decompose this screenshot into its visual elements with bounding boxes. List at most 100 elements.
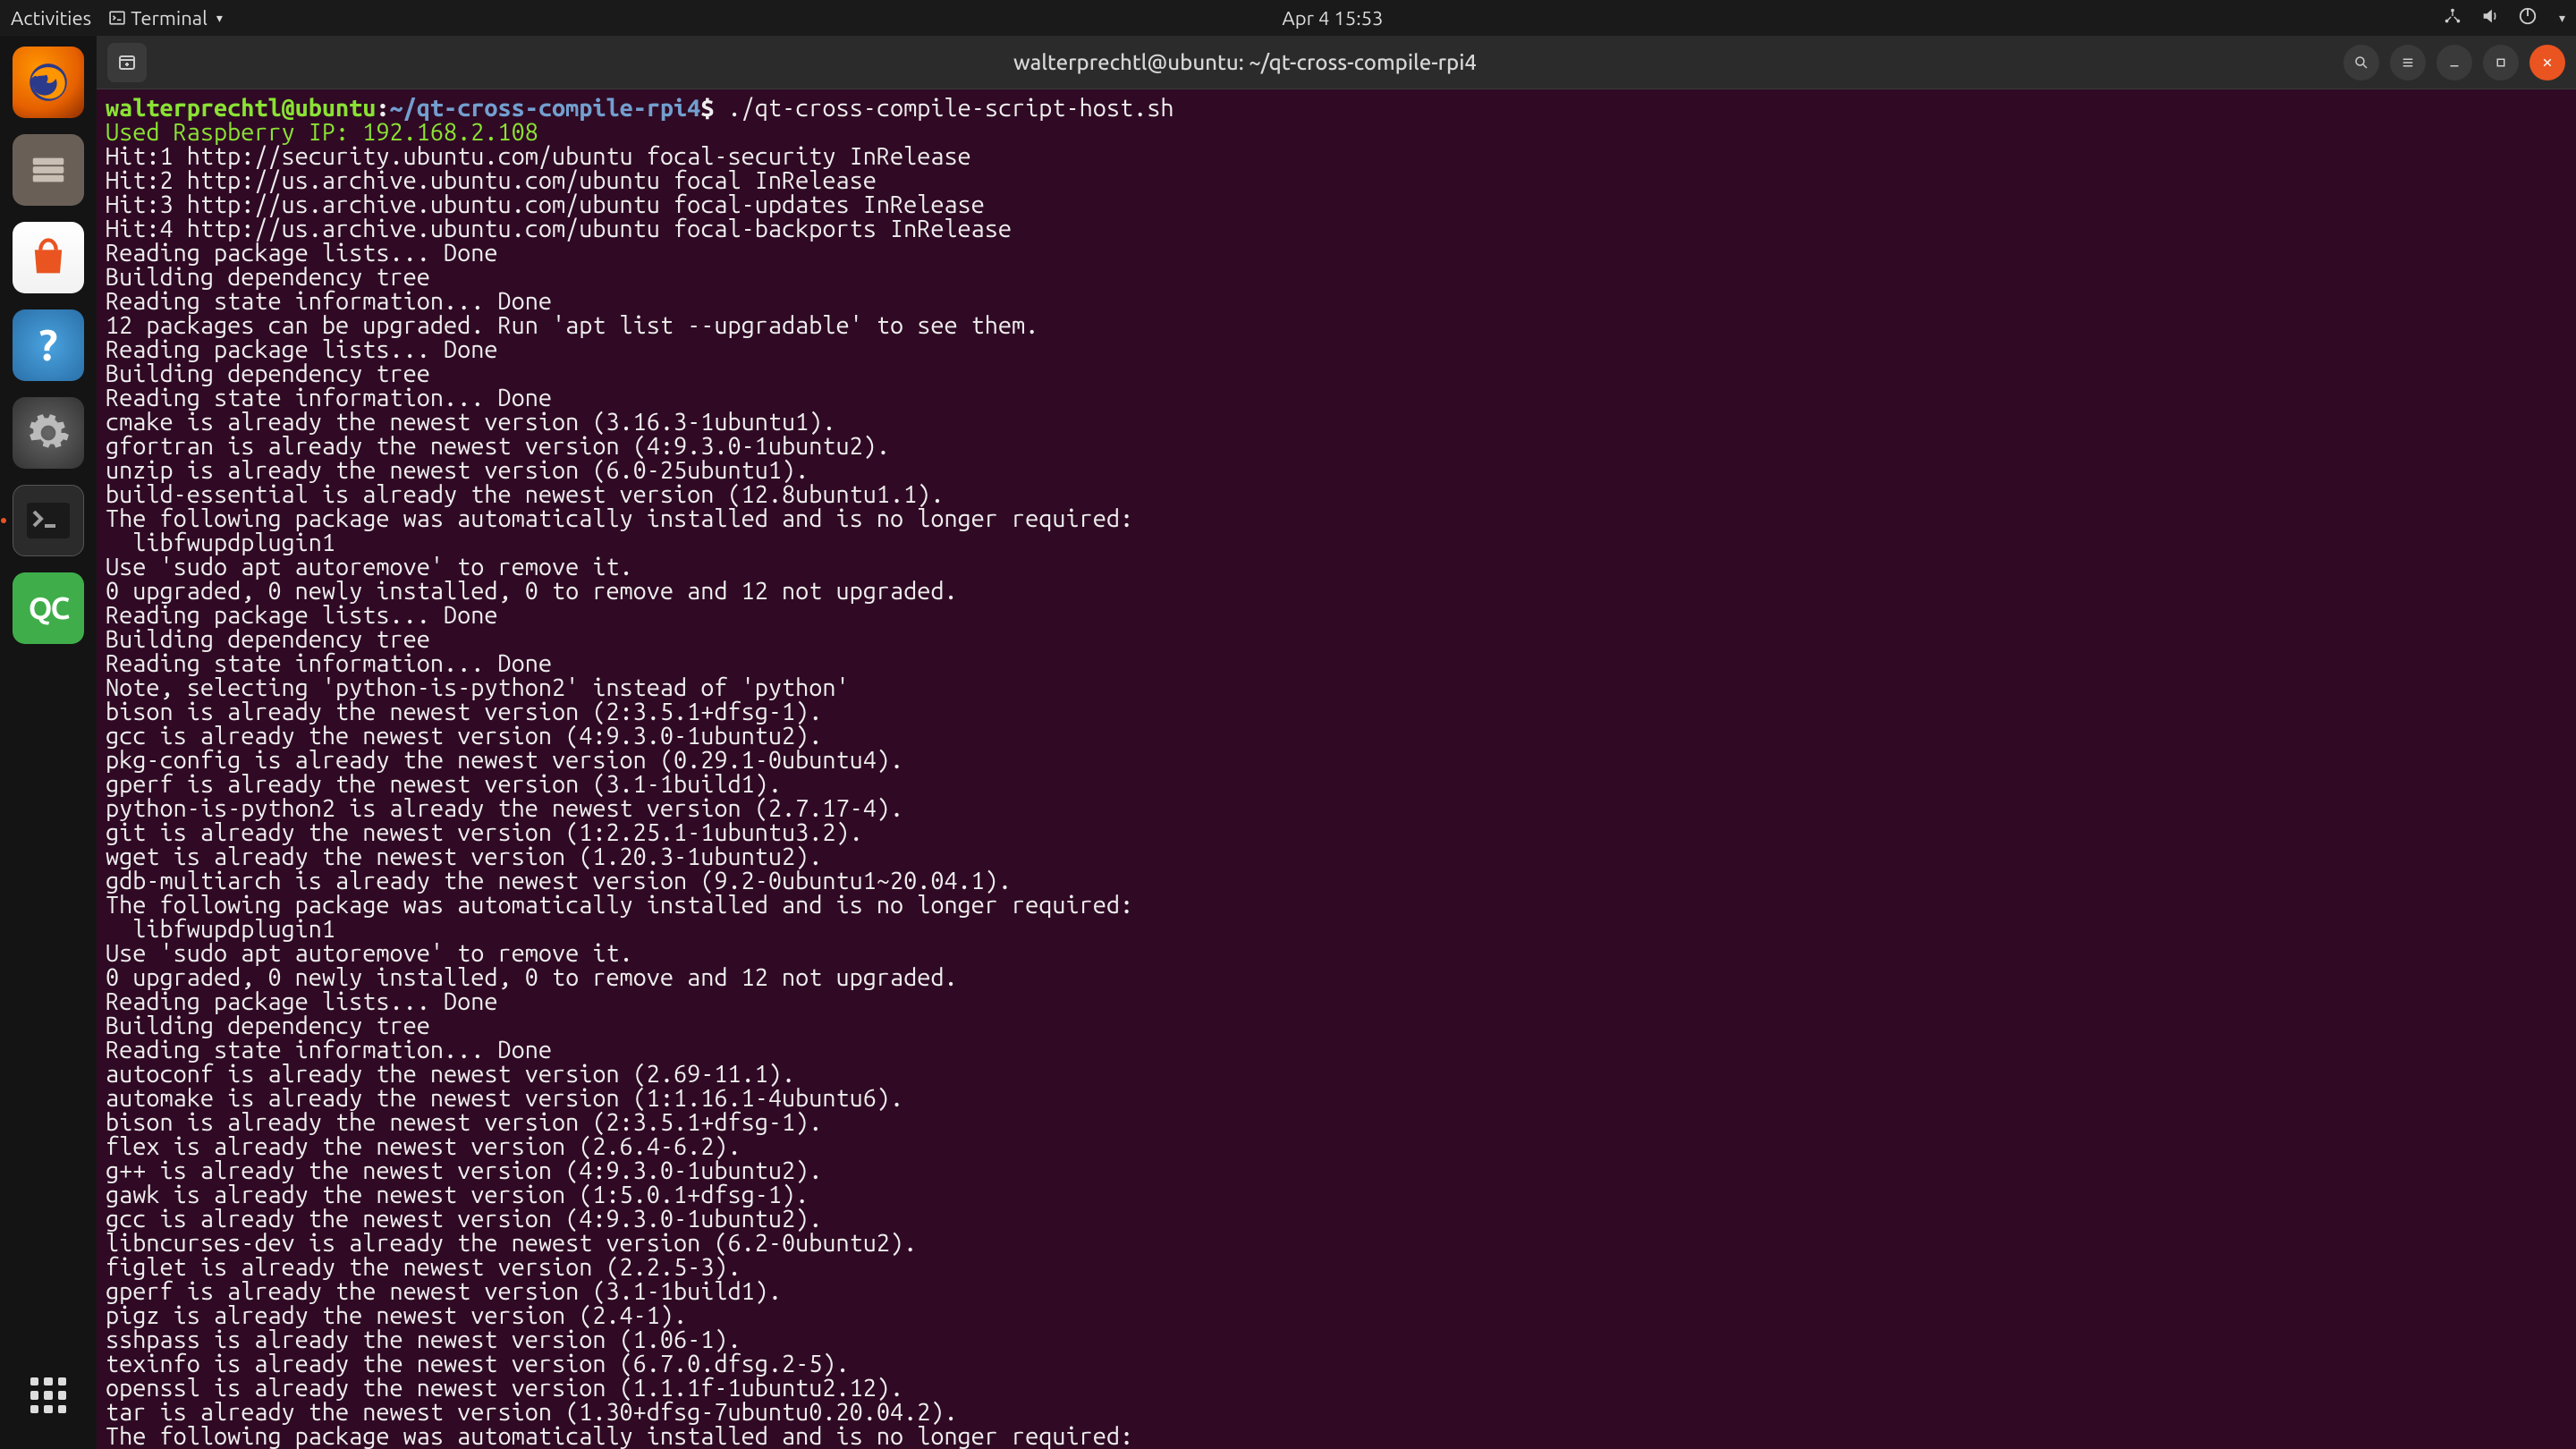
output-line: gfortran is already the newest version (… [106, 435, 2567, 459]
output-line: wget is already the newest version (1.20… [106, 845, 2567, 869]
shopping-bag-icon [25, 234, 72, 281]
output-line: gdb-multiarch is already the newest vers… [106, 869, 2567, 894]
output-line: build-essential is already the newest ve… [106, 483, 2567, 507]
output-line: gperf is already the newest version (3.1… [106, 1280, 2567, 1304]
volume-icon[interactable] [2480, 6, 2500, 30]
hamburger-menu-button[interactable] [2390, 45, 2426, 80]
hamburger-icon [2400, 55, 2416, 71]
minimize-button[interactable] [2436, 45, 2472, 80]
window-titlebar: walterprechtl@ubuntu: ~/qt-cross-compile… [97, 36, 2576, 89]
maximize-icon [2493, 55, 2509, 71]
search-button[interactable] [2343, 45, 2379, 80]
gear-icon [26, 411, 71, 455]
output-line: automake is already the newest version (… [106, 1087, 2567, 1111]
output-line: Building dependency tree [106, 266, 2567, 290]
show-applications[interactable] [13, 1360, 84, 1431]
help-icon: ? [38, 321, 57, 369]
clock[interactable]: Apr 4 15:53 [223, 7, 2443, 30]
maximize-button[interactable] [2483, 45, 2519, 80]
output-line: bison is already the newest version (2:3… [106, 1111, 2567, 1135]
output-line: Reading package lists... Done [106, 990, 2567, 1014]
output-line: sshpass is already the newest version (1… [106, 1328, 2567, 1352]
output-line: gcc is already the newest version (4:9.3… [106, 1208, 2567, 1232]
output-line: unzip is already the newest version (6.0… [106, 459, 2567, 483]
output-line: Building dependency tree [106, 1014, 2567, 1038]
activities-button[interactable]: Activities [11, 7, 91, 30]
output-line: texinfo is already the newest version (6… [106, 1352, 2567, 1377]
minimize-icon [2446, 55, 2462, 71]
dock-terminal[interactable] [13, 485, 84, 556]
qtcreator-icon: QC [29, 591, 68, 625]
new-tab-button[interactable] [107, 43, 147, 82]
output-line: git is already the newest version (1:2.2… [106, 821, 2567, 845]
terminal-body[interactable]: walterprechtl@ubuntu:~/qt-cross-compile-… [97, 89, 2576, 1449]
output-line: Use 'sudo apt autoremove' to remove it. [106, 555, 2567, 580]
output-line: The following package was automatically … [106, 1425, 2567, 1449]
terminal-icon [109, 10, 125, 26]
terminal-app-icon [27, 503, 70, 538]
output-line: Building dependency tree [106, 362, 2567, 386]
chevron-down-icon: ▾ [216, 11, 223, 26]
output-line: pkg-config is already the newest version… [106, 749, 2567, 773]
prompt-line: walterprechtl@ubuntu:~/qt-cross-compile-… [106, 97, 2567, 121]
output-line: gcc is already the newest version (4:9.3… [106, 724, 2567, 749]
output-line: bison is already the newest version (2:3… [106, 700, 2567, 724]
search-icon [2353, 55, 2369, 71]
output-line: flex is already the newest version (2.6.… [106, 1135, 2567, 1159]
grid-icon [30, 1377, 66, 1413]
output-line: tar is already the newest version (1.30+… [106, 1401, 2567, 1425]
files-icon [28, 149, 69, 191]
output-line: cmake is already the newest version (3.1… [106, 411, 2567, 435]
dock-settings[interactable] [13, 397, 84, 469]
output-line: Building dependency tree [106, 628, 2567, 652]
output-line: Reading state information... Done [106, 386, 2567, 411]
output-line: The following package was automatically … [106, 507, 2567, 531]
dock-firefox[interactable] [13, 47, 84, 118]
output-line: Hit:4 http://us.archive.ubuntu.com/ubunt… [106, 217, 2567, 242]
output-line: libfwupdplugin1 [106, 531, 2567, 555]
output-line: Note, selecting 'python-is-python2' inst… [106, 676, 2567, 700]
firefox-icon [26, 60, 71, 105]
output-line: Reading package lists... Done [106, 338, 2567, 362]
output-line: g++ is already the newest version (4:9.3… [106, 1159, 2567, 1183]
output-line: Use 'sudo apt autoremove' to remove it. [106, 942, 2567, 966]
output-line: 0 upgraded, 0 newly installed, 0 to remo… [106, 966, 2567, 990]
app-menu[interactable]: Terminal ▾ [109, 7, 223, 30]
output-line: Hit:3 http://us.archive.ubuntu.com/ubunt… [106, 193, 2567, 217]
output-line: libncurses-dev is already the newest ver… [106, 1232, 2567, 1256]
output-line: Reading package lists... Done [106, 604, 2567, 628]
output-line: openssl is already the newest version (1… [106, 1377, 2567, 1401]
output-line: figlet is already the newest version (2.… [106, 1256, 2567, 1280]
power-icon[interactable] [2518, 6, 2538, 30]
output-line: Hit:2 http://us.archive.ubuntu.com/ubunt… [106, 169, 2567, 193]
dock: ? QC [0, 36, 97, 1449]
close-button[interactable] [2529, 45, 2565, 80]
output-line: Reading state information... Done [106, 290, 2567, 314]
gnome-top-panel: Activities Terminal ▾ Apr 4 15:53 ▾ [0, 0, 2576, 36]
app-menu-label: Terminal [131, 7, 208, 30]
output-line: The following package was automatically … [106, 894, 2567, 918]
window-title: walterprechtl@ubuntu: ~/qt-cross-compile… [147, 50, 2343, 74]
new-tab-icon [116, 52, 138, 73]
output-line: python-is-python2 is already the newest … [106, 797, 2567, 821]
output-line: Reading state information... Done [106, 1038, 2567, 1063]
output-line: autoconf is already the newest version (… [106, 1063, 2567, 1087]
dock-software[interactable] [13, 222, 84, 293]
output-line: gawk is already the newest version (1:5.… [106, 1183, 2567, 1208]
output-line: pigz is already the newest version (2.4-… [106, 1304, 2567, 1328]
dock-qtcreator[interactable]: QC [13, 572, 84, 644]
dock-files[interactable] [13, 134, 84, 206]
network-icon[interactable] [2443, 6, 2462, 30]
output-line: 0 upgraded, 0 newly installed, 0 to remo… [106, 580, 2567, 604]
output-line: gperf is already the newest version (3.1… [106, 773, 2567, 797]
output-line: Reading state information... Done [106, 652, 2567, 676]
output-line: libfwupdplugin1 [106, 918, 2567, 942]
close-icon [2539, 55, 2555, 71]
dock-help[interactable]: ? [13, 309, 84, 381]
terminal-window: walterprechtl@ubuntu: ~/qt-cross-compile… [97, 36, 2576, 1449]
output-line: Reading package lists... Done [106, 242, 2567, 266]
output-line: Hit:1 http://security.ubuntu.com/ubuntu … [106, 145, 2567, 169]
info-line: Used Raspberry IP: 192.168.2.108 [106, 121, 2567, 145]
system-menu-caret-icon[interactable]: ▾ [2559, 11, 2565, 26]
output-line: 12 packages can be upgraded. Run 'apt li… [106, 314, 2567, 338]
